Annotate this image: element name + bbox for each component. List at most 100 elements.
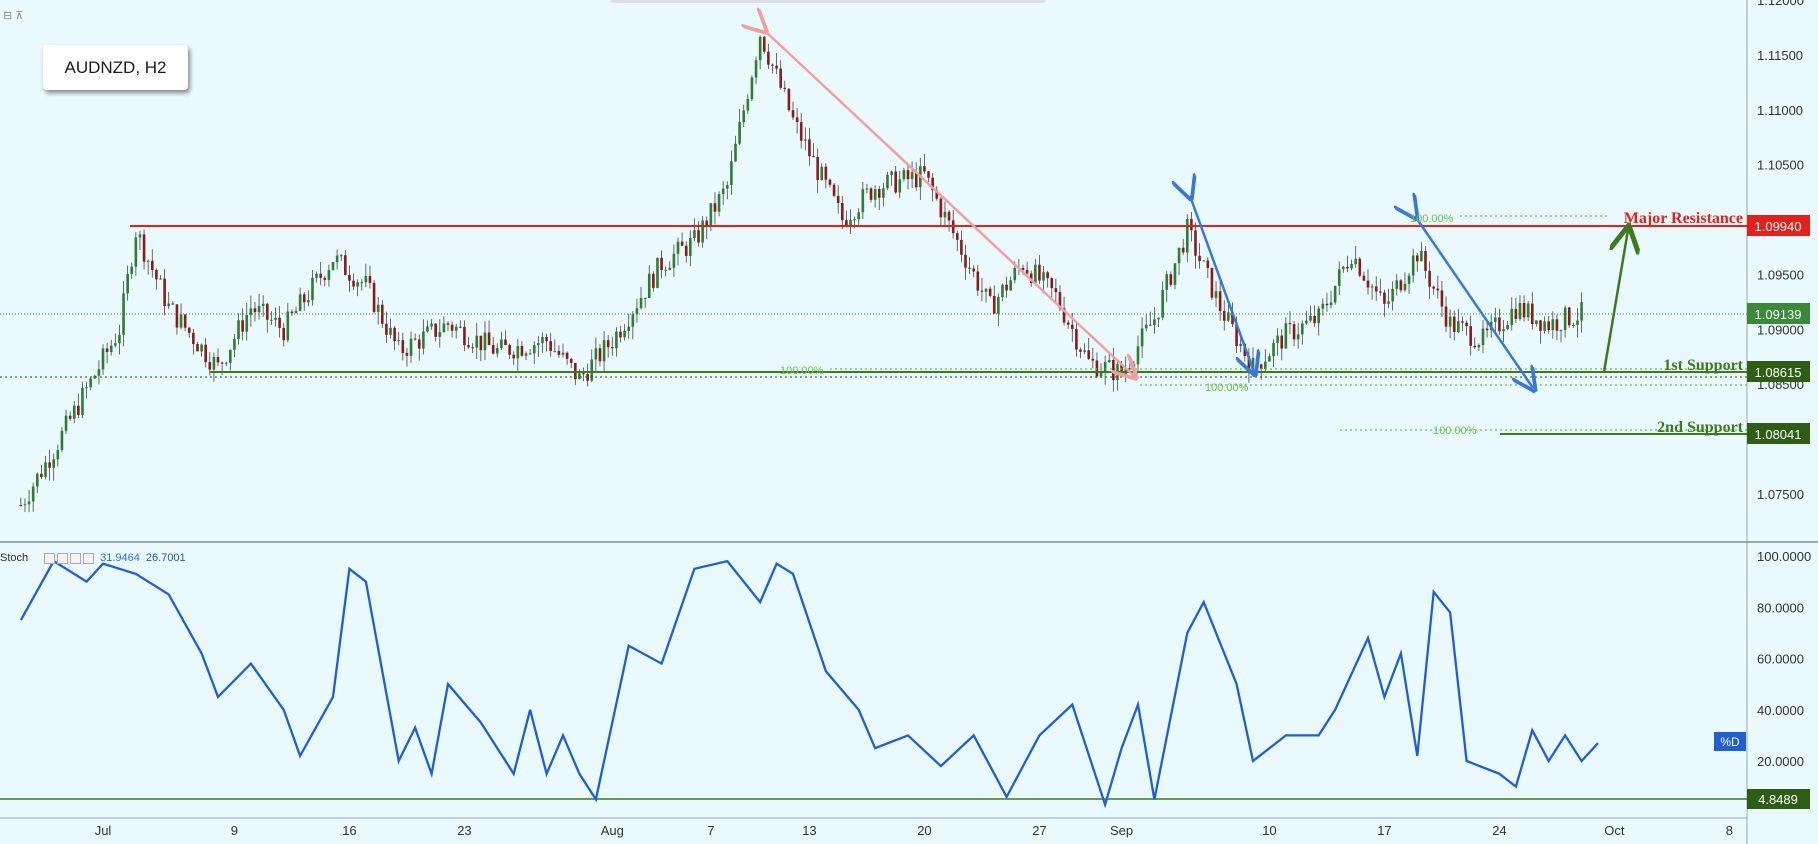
candle-body xyxy=(988,288,992,296)
candle-body xyxy=(849,220,852,226)
candle-body xyxy=(1300,323,1304,335)
candle-body xyxy=(1136,346,1140,365)
candle-body xyxy=(795,117,799,123)
candle-body xyxy=(1494,317,1497,322)
candle-body xyxy=(610,347,614,349)
candle-body xyxy=(1395,280,1399,289)
candle-body xyxy=(528,353,532,355)
eye-icon[interactable] xyxy=(44,552,56,564)
candle-body xyxy=(1551,319,1555,330)
candle-body xyxy=(894,171,897,193)
candle-body xyxy=(1268,356,1271,362)
candle-body xyxy=(1206,260,1210,269)
candle-body xyxy=(1576,320,1579,325)
candle-body xyxy=(516,345,520,359)
candle-body xyxy=(81,387,84,415)
candle-body xyxy=(1506,325,1509,330)
candle-body xyxy=(389,327,392,335)
time-tick-label: Aug xyxy=(601,823,624,838)
candle-body xyxy=(409,338,413,356)
candle-body xyxy=(1539,320,1542,331)
candle-body xyxy=(836,195,840,203)
candle-body xyxy=(1452,316,1456,333)
candle-body xyxy=(245,314,249,332)
candle-body xyxy=(627,326,631,331)
time-tick-label: 16 xyxy=(342,823,356,838)
candle-body xyxy=(541,337,544,344)
candle-body xyxy=(1366,280,1370,288)
candle-body xyxy=(1580,302,1583,321)
candlestick-series xyxy=(19,35,1583,513)
candle-body xyxy=(1457,321,1460,333)
candle-body xyxy=(442,323,446,333)
candle-body xyxy=(1329,302,1333,306)
candle-body xyxy=(1522,302,1526,318)
candle-body xyxy=(1079,349,1082,352)
candle-body xyxy=(31,486,35,502)
candle-body xyxy=(569,358,573,363)
candle-body xyxy=(598,348,602,362)
candle-body xyxy=(307,300,310,303)
close-icon[interactable] xyxy=(70,552,82,564)
settings-icon[interactable] xyxy=(57,552,69,564)
candle-body xyxy=(1477,345,1481,348)
candle-body xyxy=(1374,286,1378,292)
candle-body xyxy=(257,305,261,313)
candle-body xyxy=(327,269,331,280)
candle-body xyxy=(943,211,947,218)
candle-body xyxy=(1547,321,1551,330)
candle-body xyxy=(1337,269,1341,286)
candle-body xyxy=(1399,280,1403,291)
candle-body xyxy=(487,332,491,346)
candle-body xyxy=(652,273,655,288)
candle-body xyxy=(828,179,832,185)
candle-body xyxy=(372,282,376,312)
symbol-label[interactable]: AUDNZD, H2 xyxy=(43,45,188,90)
candle-body xyxy=(1280,335,1284,349)
stoch-tick-label: 20.0000 xyxy=(1757,754,1804,769)
time-tick-label: Sep xyxy=(1110,823,1133,838)
candle-body xyxy=(972,268,976,272)
more-icon[interactable] xyxy=(83,552,95,564)
candle-body xyxy=(1083,350,1086,352)
candle-body xyxy=(1198,255,1201,262)
candle-body xyxy=(746,99,750,111)
candle-body xyxy=(602,340,606,362)
candle-body xyxy=(204,344,207,363)
time-tick-label: 9 xyxy=(231,823,238,838)
candle-body xyxy=(504,339,507,346)
candle-body xyxy=(278,317,281,328)
candle-body xyxy=(1309,315,1312,321)
candle-body xyxy=(882,188,885,198)
candle-body xyxy=(1465,322,1468,327)
candle-body xyxy=(980,290,984,292)
price-tick-label: 1.09500 xyxy=(1757,267,1804,282)
candle-body xyxy=(968,267,971,269)
candle-body xyxy=(1436,288,1440,291)
candle-body xyxy=(1259,364,1263,370)
candle-body xyxy=(274,317,277,320)
fib-label-1: 100.00% xyxy=(1410,213,1454,225)
candle-body xyxy=(1313,315,1316,324)
candle-body xyxy=(167,303,171,307)
candle-body xyxy=(791,110,795,118)
candle-body xyxy=(684,245,688,256)
candle-body xyxy=(1173,263,1177,285)
candle-body xyxy=(1255,357,1259,365)
candle-body xyxy=(1194,230,1197,256)
candle-body xyxy=(750,77,754,100)
stoch-legend-buttons[interactable] xyxy=(44,552,95,564)
candle-body xyxy=(635,308,639,315)
candle-body xyxy=(450,324,454,331)
candle-body xyxy=(947,211,951,221)
candle-body xyxy=(175,304,179,328)
candle-body xyxy=(446,323,450,325)
candle-body xyxy=(1066,322,1070,325)
candle-body xyxy=(364,276,368,283)
candle-body xyxy=(578,373,581,380)
candle-body xyxy=(19,504,23,506)
candle-body xyxy=(660,257,663,271)
fib-label-2: 100.00% xyxy=(780,365,824,377)
candle-body xyxy=(196,344,199,352)
candle-body xyxy=(775,65,778,69)
